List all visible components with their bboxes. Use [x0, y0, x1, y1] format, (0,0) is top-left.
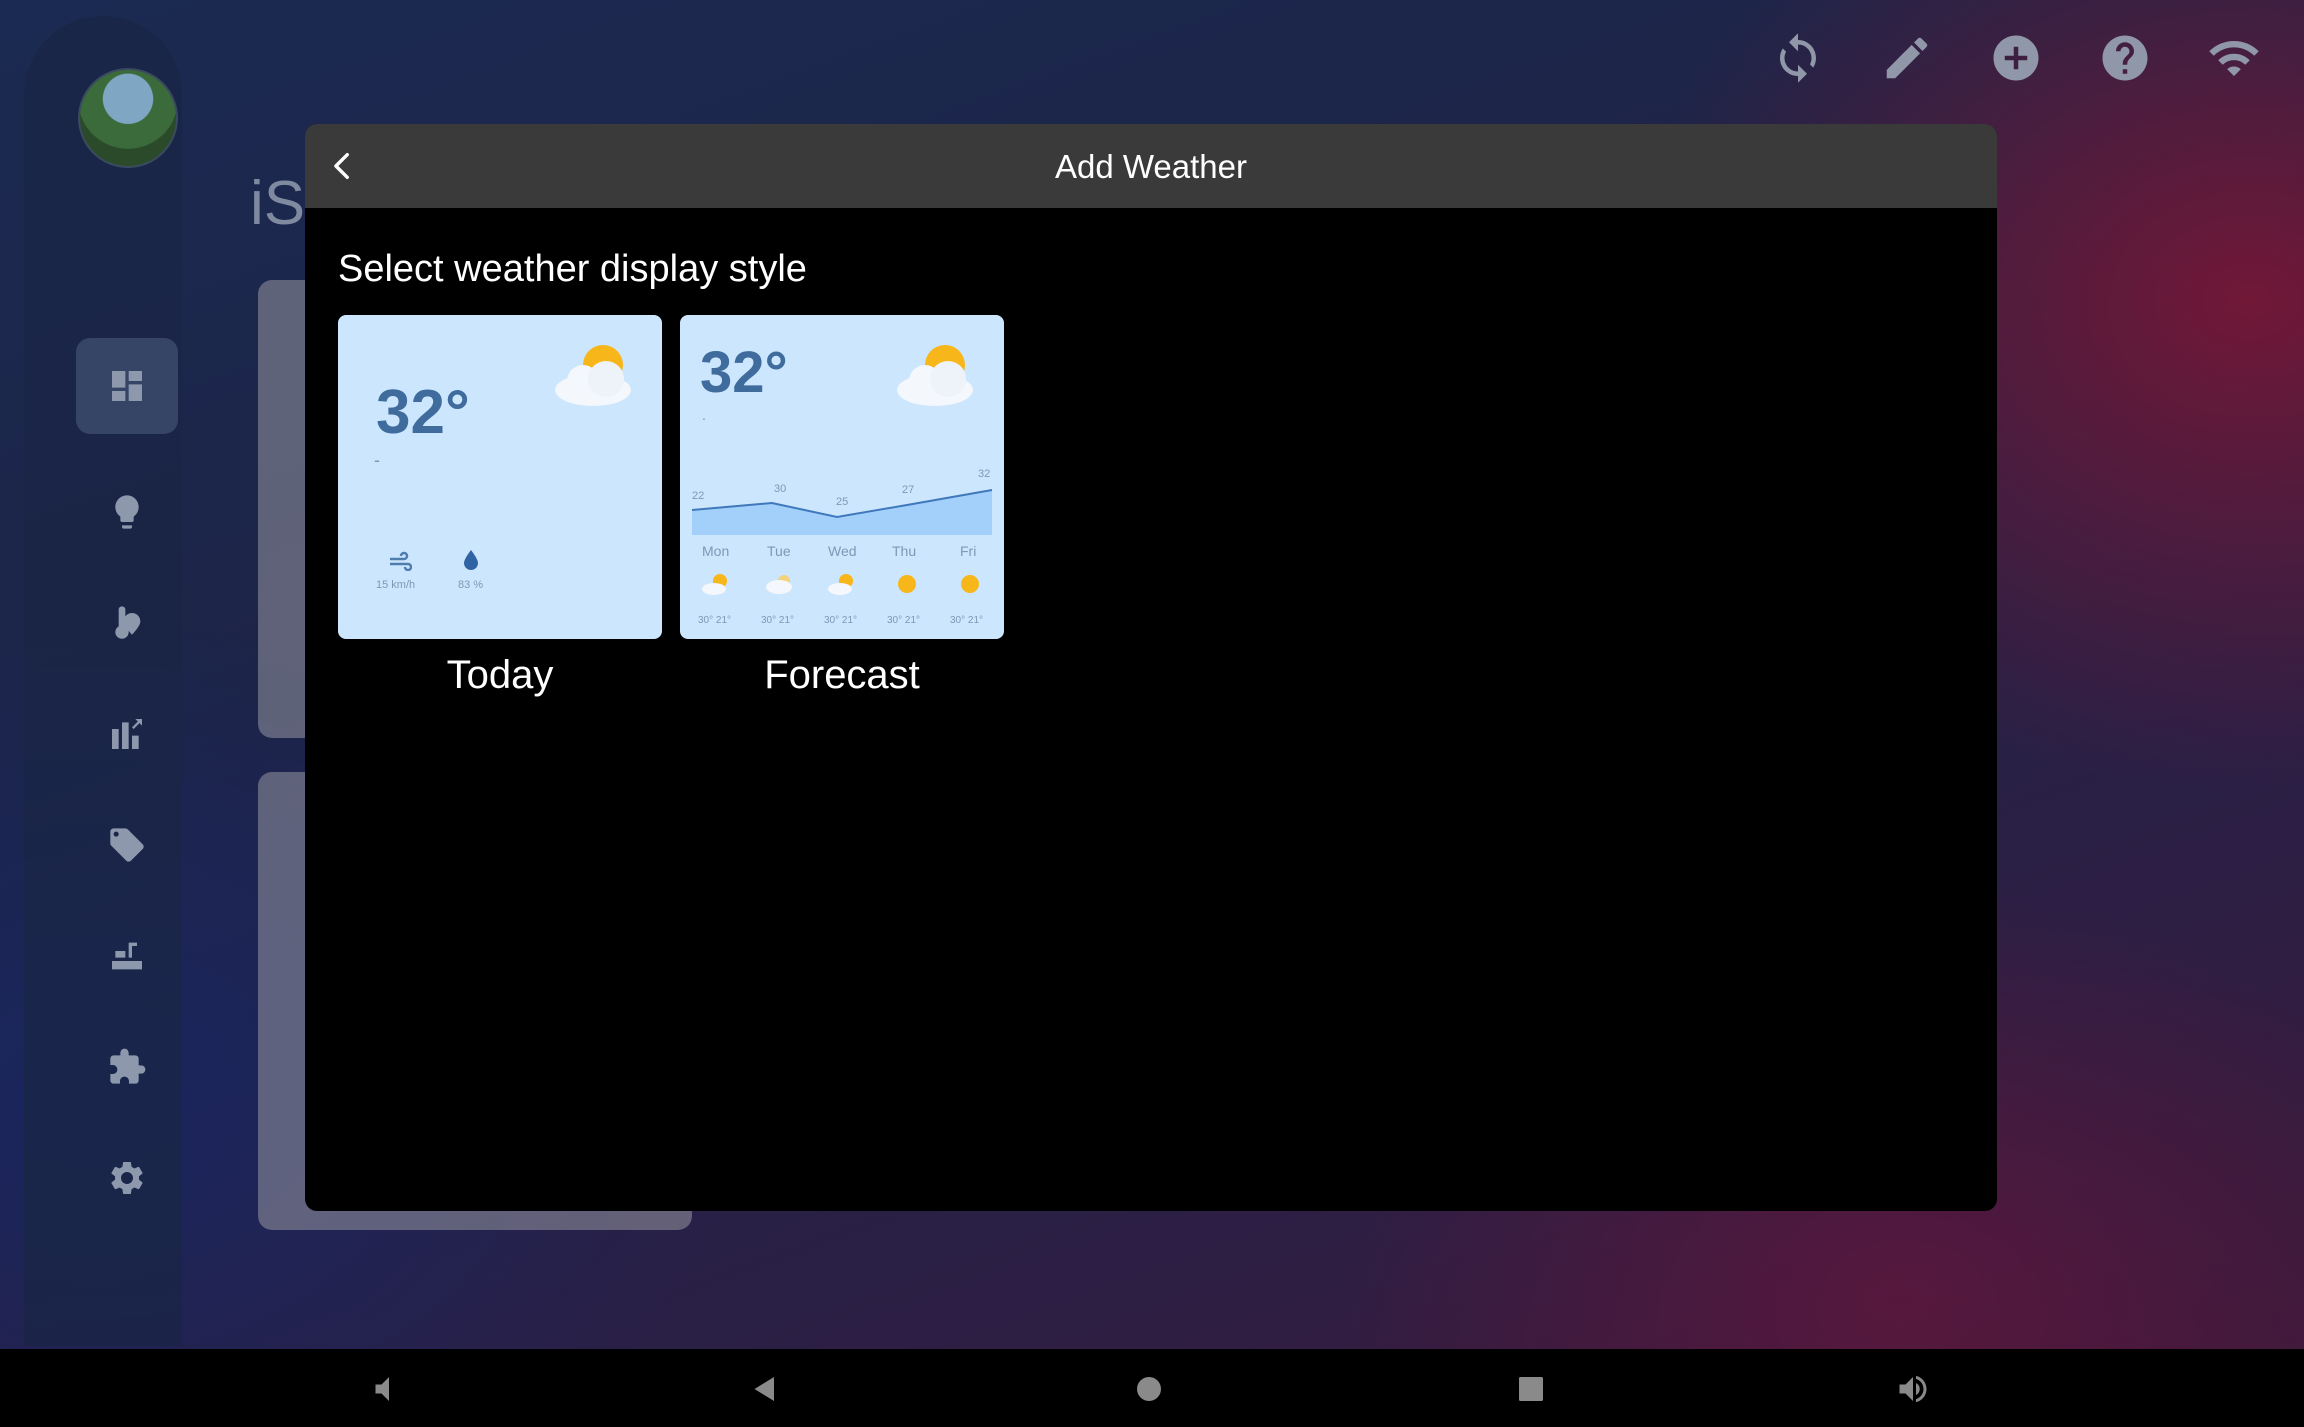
sidebar-item-lights[interactable] — [76, 464, 178, 560]
nav-recents-button[interactable] — [1505, 1363, 1557, 1415]
sidebar-item-settings[interactable] — [76, 1130, 178, 1226]
scenes-icon — [112, 942, 142, 970]
volume-up-button[interactable] — [1887, 1363, 1939, 1415]
dialog-title: Add Weather — [1054, 148, 1247, 185]
help-button[interactable] — [2095, 28, 2155, 88]
humidity-icon — [464, 550, 478, 570]
today-preview: 32° - 15 km/h 83 % — [338, 315, 662, 639]
square-recents-icon — [1519, 1377, 1543, 1401]
add-button[interactable] — [1986, 28, 2046, 88]
chart-value-wed: 25 — [836, 496, 849, 508]
triangle-back-icon — [754, 1377, 774, 1401]
volume-up-icon — [1899, 1375, 1927, 1403]
forecast-range: 30° 21° — [698, 615, 732, 626]
forecast-preview: 32° . 22 30 25 27 32 Mon Tue Wed Thu Fri — [680, 315, 1004, 639]
forecast-day: Wed — [828, 543, 857, 559]
sun-icon — [898, 575, 916, 593]
edit-button[interactable] — [1877, 28, 1937, 88]
climate-icon — [115, 606, 141, 639]
forecast-day: Thu — [892, 543, 917, 559]
dialog-header: Add Weather — [305, 124, 1997, 208]
dialog-subtitle: Select weather display style — [338, 248, 807, 290]
avatar[interactable] — [78, 68, 178, 168]
chart-value-fri: 32 — [978, 468, 991, 480]
edit-icon — [1886, 37, 1928, 79]
nav-home-button[interactable] — [1123, 1363, 1175, 1415]
circle-home-icon — [1137, 1377, 1161, 1401]
sidebar-item-dashboard[interactable] — [76, 338, 178, 434]
volume-down-button[interactable] — [360, 1363, 412, 1415]
preview-condition: . — [702, 407, 706, 423]
refresh-button[interactable] — [1768, 28, 1828, 88]
wind-icon — [390, 551, 412, 571]
style-option-forecast[interactable]: 32° . 22 30 25 27 32 Mon Tue Wed Thu Fri — [680, 315, 1004, 698]
cloudy-icon — [766, 575, 792, 594]
sidebar-item-climate[interactable] — [76, 575, 178, 671]
partly-cloudy-icon — [897, 345, 973, 406]
energy-chart-icon — [112, 719, 142, 749]
help-icon — [2102, 35, 2148, 81]
forecast-range: 30° 21° — [950, 615, 984, 626]
partly-cloudy-icon — [828, 574, 853, 595]
forecast-range: 30° 21° — [887, 615, 921, 626]
settings-icon — [111, 1162, 143, 1194]
option-label-forecast: Forecast — [764, 653, 920, 697]
sidebar-item-energy[interactable] — [76, 686, 178, 782]
preview-temperature: 32° — [376, 378, 470, 447]
humidity-value: 83 % — [458, 579, 484, 591]
volume-down-icon — [375, 1377, 389, 1401]
forecast-day: Fri — [960, 543, 977, 559]
preview-condition: - — [374, 450, 380, 470]
wifi-status[interactable] — [2204, 28, 2264, 88]
system-navigation-bar — [0, 1349, 2304, 1427]
sidebar — [24, 16, 182, 1346]
forecast-range: 30° 21° — [761, 615, 795, 626]
tag-icon — [110, 828, 144, 862]
forecast-day: Tue — [767, 543, 791, 559]
add-weather-dialog: Add Weather Select weather display style… — [305, 124, 1997, 1211]
preview-temperature: 32° — [700, 340, 788, 405]
forecast-range: 30° 21° — [824, 615, 858, 626]
chart-value-mon: 22 — [692, 490, 705, 502]
forecast-day: Mon — [702, 543, 730, 559]
add-icon — [1993, 35, 2039, 81]
partly-cloudy-icon — [555, 345, 631, 406]
sidebar-item-tags[interactable] — [76, 797, 178, 893]
sidebar-item-plugins[interactable] — [76, 1019, 178, 1115]
sun-icon — [961, 575, 979, 593]
dashboard-icon — [112, 371, 142, 401]
chart-value-tue: 30 — [774, 483, 787, 495]
wifi-icon — [2209, 41, 2259, 76]
option-label-today: Today — [446, 653, 554, 697]
chart-value-thu: 27 — [902, 484, 915, 496]
nav-back-button[interactable] — [739, 1363, 791, 1415]
wind-value: 15 km/h — [376, 579, 416, 591]
plugin-icon — [110, 1048, 146, 1084]
style-option-today[interactable]: 32° - 15 km/h 83 % Today — [338, 315, 662, 698]
lightbulb-icon — [115, 495, 139, 529]
refresh-icon — [1780, 33, 1816, 83]
sidebar-item-scenes[interactable] — [76, 908, 178, 1004]
partly-cloudy-icon — [702, 574, 727, 595]
page-title: iS — [250, 169, 306, 238]
